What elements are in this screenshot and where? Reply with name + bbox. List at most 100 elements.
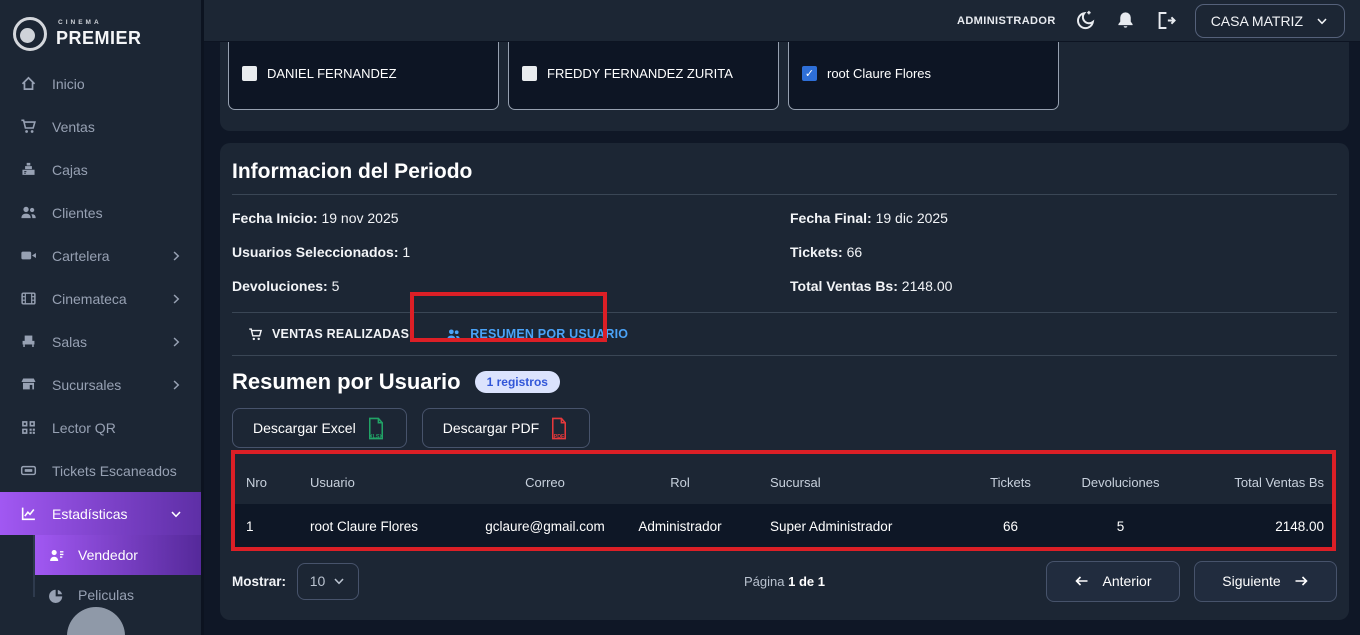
seat-icon (20, 333, 37, 350)
cell-usuario: root Claure Flores (290, 504, 470, 549)
brand-logo[interactable]: CINEMA PREMIER (0, 0, 201, 56)
cart-icon (20, 118, 37, 135)
cell-total-ventas: 2148.00 (1188, 504, 1334, 549)
brand-name: PREMIER (56, 29, 142, 47)
video-icon (20, 247, 37, 264)
period-title: Informacion del Periodo (232, 157, 1337, 195)
brand-logo-icon (13, 17, 47, 51)
sidebar: CINEMA PREMIER Inicio Ventas Cajas Clien… (0, 0, 204, 635)
chevron-right-icon (169, 378, 183, 392)
brand-top-label: CINEMA (56, 20, 142, 27)
summary-title: Resumen por Usuario (232, 369, 461, 395)
sidebar-subnav-estadisticas: Vendedor Peliculas (0, 535, 201, 615)
user-filter-card[interactable]: root Claure Flores (788, 42, 1059, 110)
sidebar-item-cajas[interactable]: Cajas (0, 148, 201, 191)
bell-icon[interactable] (1115, 10, 1136, 31)
info-usuarios-seleccionados: Usuarios Seleccionados: 1 (232, 235, 790, 269)
topbar: ADMINISTRADOR CASA MATRIZ (204, 0, 1360, 42)
qr-icon (20, 419, 37, 436)
sidebar-item-clientes[interactable]: Clientes (0, 191, 201, 234)
excel-file-icon: XLSX (366, 417, 386, 440)
cell-correo: gclaure@gmail.com (470, 504, 620, 549)
tab-ventas-realizadas[interactable]: VENTAS REALIZADAS (248, 327, 409, 342)
chart-icon (20, 505, 37, 522)
sidebar-item-salas[interactable]: Salas (0, 320, 201, 363)
chevron-right-icon (169, 292, 183, 306)
download-pdf-button[interactable]: Descargar PDF PDF (422, 408, 590, 448)
column-header-devoluciones: Devoluciones (1053, 460, 1188, 504)
film-icon (20, 290, 37, 307)
users-icon (446, 327, 461, 342)
pagination: Mostrar: 10 Página 1 de 1 Anterior Si (232, 561, 1337, 602)
period-info-grid: Fecha Inicio: 19 nov 2025 Fecha Final: 1… (232, 195, 1337, 303)
sidebar-item-vendedor[interactable]: Vendedor (35, 535, 201, 575)
svg-text:PDF: PDF (554, 434, 565, 440)
column-header-usuario: Usuario (290, 460, 470, 504)
sidebar-item-sucursales[interactable]: Sucursales (0, 363, 201, 406)
period-panel: Informacion del Periodo Fecha Inicio: 19… (220, 143, 1349, 620)
cell-devoluciones: 5 (1053, 504, 1188, 549)
chevron-right-icon (169, 335, 183, 349)
download-buttons: Descargar Excel XLSX Descargar PDF PDF (232, 408, 1337, 448)
info-fecha-inicio: Fecha Inicio: 19 nov 2025 (232, 201, 790, 235)
checkbox-unchecked[interactable] (522, 66, 537, 81)
checkbox-checked[interactable] (802, 66, 817, 81)
column-header-correo: Correo (470, 460, 620, 504)
cell-tickets: 66 (968, 504, 1053, 549)
table-header-row: Nro Usuario Correo Rol Sucursal Tickets … (232, 460, 1334, 504)
ticket-icon (20, 462, 37, 479)
pdf-file-icon: PDF (549, 417, 569, 440)
sidebar-item-cartelera[interactable]: Cartelera (0, 234, 201, 277)
user-filter-panel: DANIEL FERNANDEZ FREDDY FERNANDEZ ZURITA… (220, 42, 1349, 131)
sidebar-item-estadisticas[interactable]: Estadísticas (0, 492, 201, 535)
user-role-label: ADMINISTRADOR (957, 15, 1056, 27)
user-filter-card[interactable]: DANIEL FERNANDEZ (228, 42, 499, 110)
sidebar-item-cinemateca[interactable]: Cinemateca (0, 277, 201, 320)
checkbox-unchecked[interactable] (242, 66, 257, 81)
info-tickets: Tickets: 66 (790, 235, 1337, 269)
records-badge: 1 registros (475, 371, 560, 393)
pie-chart-icon (48, 587, 65, 604)
chevron-right-icon (169, 249, 183, 263)
sidebar-item-ventas[interactable]: Ventas (0, 105, 201, 148)
chevron-down-icon (169, 507, 183, 521)
page-info: Página 1 de 1 (232, 574, 1337, 589)
branch-selector[interactable]: CASA MATRIZ (1195, 4, 1345, 38)
cell-rol: Administrador (620, 504, 740, 549)
users-icon (20, 204, 37, 221)
download-excel-button[interactable]: Descargar Excel XLSX (232, 408, 407, 448)
column-header-tickets: Tickets (968, 460, 1053, 504)
logout-icon[interactable] (1155, 10, 1176, 31)
user-filter-card[interactable]: FREDDY FERNANDEZ ZURITA (508, 42, 779, 110)
info-fecha-final: Fecha Final: 19 dic 2025 (790, 201, 1337, 235)
tabbar: VENTAS REALIZADAS RESUMEN POR USUARIO (232, 312, 1337, 356)
main-content: DANIEL FERNANDEZ FREDDY FERNANDEZ ZURITA… (204, 42, 1360, 635)
sidebar-item-tickets-escaneados[interactable]: Tickets Escaneados (0, 449, 201, 492)
svg-text:XLSX: XLSX (369, 434, 383, 440)
sidebar-nav: Inicio Ventas Cajas Clientes Cartelera C… (0, 56, 201, 615)
seller-icon (48, 547, 65, 564)
store-icon (20, 376, 37, 393)
cell-nro: 1 (232, 504, 290, 549)
column-header-nro: Nro (232, 460, 290, 504)
cart-icon (248, 327, 263, 342)
column-header-total-ventas: Total Ventas Bs (1188, 460, 1334, 504)
summary-table: Nro Usuario Correo Rol Sucursal Tickets … (232, 460, 1334, 550)
moon-icon[interactable] (1075, 10, 1096, 31)
app-window: CINEMA PREMIER Inicio Ventas Cajas Clien… (0, 0, 1360, 635)
info-total-ventas: Total Ventas Bs: 2148.00 (790, 269, 1337, 303)
cash-register-icon (20, 161, 37, 178)
sidebar-item-inicio[interactable]: Inicio (0, 62, 201, 105)
sidebar-item-peliculas[interactable]: Peliculas (35, 575, 201, 615)
tab-resumen-por-usuario[interactable]: RESUMEN POR USUARIO (446, 327, 628, 342)
sidebar-item-lector-qr[interactable]: Lector QR (0, 406, 201, 449)
table-row[interactable]: 1 root Claure Flores gclaure@gmail.com A… (232, 504, 1334, 549)
chevron-down-icon (1315, 14, 1329, 28)
column-header-sucursal: Sucursal (740, 460, 968, 504)
home-icon (20, 75, 37, 92)
column-header-rol: Rol (620, 460, 740, 504)
summary-title-row: Resumen por Usuario 1 registros (232, 369, 1337, 395)
cell-sucursal: Super Administrador (740, 504, 968, 549)
info-devoluciones: Devoluciones: 5 (232, 269, 790, 303)
branch-selector-label: CASA MATRIZ (1211, 13, 1303, 29)
